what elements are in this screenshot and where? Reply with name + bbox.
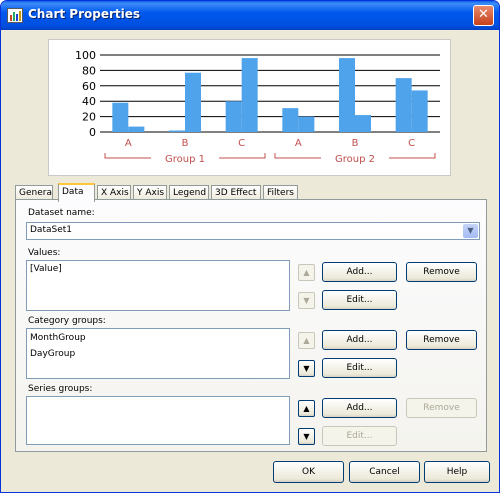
dataset-name-label: Dataset name:	[28, 208, 95, 218]
group-label: Group 1	[165, 154, 205, 165]
chart-bar	[395, 78, 412, 132]
series-groups-list[interactable]	[26, 396, 290, 445]
chart-bar	[282, 108, 299, 132]
chart-bar	[298, 116, 315, 132]
close-icon: ✕	[478, 7, 489, 22]
chart-bar	[128, 126, 145, 132]
category-groups-edit-button[interactable]: Edit...	[322, 358, 397, 378]
window-title: Chart Properties	[28, 7, 141, 21]
category-groups-add-button[interactable]: Add...	[322, 330, 397, 350]
x-category-label: A	[125, 138, 132, 149]
values-edit-button[interactable]: Edit...	[322, 290, 397, 310]
x-category-label: A	[295, 138, 302, 149]
chart-bar	[169, 130, 185, 132]
chart-bar	[112, 102, 129, 132]
chart-bar	[355, 115, 371, 132]
list-item[interactable]: DayGroup	[30, 349, 75, 359]
arrow-down-icon: ▼	[303, 432, 310, 441]
chart-bar	[411, 90, 428, 132]
ok-button[interactable]: OK	[273, 461, 344, 483]
list-item[interactable]: MonthGroup	[30, 333, 86, 343]
series-groups-remove-button[interactable]: Remove	[406, 398, 477, 418]
values-remove-button[interactable]: Remove	[406, 262, 477, 282]
arrow-down-icon: ▼	[303, 364, 310, 373]
category-groups-label: Category groups:	[28, 316, 106, 326]
group-label: Group 2	[335, 154, 375, 165]
values-move-down-button[interactable]: ▼	[298, 292, 315, 309]
arrow-up-icon: ▲	[303, 268, 310, 277]
chart-bar	[339, 58, 355, 132]
values-label: Values:	[28, 248, 61, 258]
close-window-button[interactable]: ✕	[473, 5, 494, 26]
y-tick-label: 0	[89, 126, 96, 139]
cancel-button[interactable]: Cancel	[349, 461, 420, 483]
y-tick-label: 40	[82, 95, 96, 108]
chart-properties-icon	[7, 8, 23, 23]
values-move-up-button[interactable]: ▲	[298, 264, 315, 281]
chart-preview-plot: 0 20 40 60 80 100 A B C A B C Group 1 Group 2	[75, 49, 440, 165]
x-category-label: C	[238, 138, 245, 149]
y-tick-label: 80	[82, 64, 96, 77]
series-groups-label: Series groups:	[28, 384, 93, 394]
x-category-label: B	[182, 138, 189, 149]
chart-properties-dialog: Chart Properties ✕ 0 20 40 60 80 100 A B C A B C Gro…	[0, 0, 500, 493]
y-tick-label: 20	[82, 111, 96, 124]
y-tick-label: 60	[82, 80, 96, 93]
chart-bar	[185, 72, 201, 132]
category-groups-remove-button[interactable]: Remove	[406, 330, 477, 350]
chart-bar	[241, 58, 258, 132]
series-groups-add-button[interactable]: Add...	[322, 398, 397, 418]
list-item[interactable]: [Value]	[30, 264, 62, 274]
dataset-name-select[interactable]: DataSet1 ▼	[26, 222, 480, 240]
help-button[interactable]: Help	[424, 461, 490, 483]
x-category-label: B	[352, 138, 359, 149]
x-category-label: C	[408, 138, 415, 149]
dataset-name-value: DataSet1	[30, 225, 72, 235]
tab-data[interactable]: Data	[58, 183, 95, 202]
chart-preview: 0 20 40 60 80 100 A B C A B C Group 1 Group 2	[48, 39, 451, 176]
chevron-down-icon[interactable]: ▼	[463, 224, 478, 238]
title-bar[interactable]: Chart Properties ✕	[1, 1, 499, 30]
series-groups-edit-button[interactable]: Edit...	[322, 426, 397, 446]
values-list[interactable]: [Value]	[26, 260, 290, 311]
category-groups-list[interactable]: MonthGroup DayGroup	[26, 328, 290, 379]
values-add-button[interactable]: Add...	[322, 262, 397, 282]
category-groups-move-up-button[interactable]: ▲	[298, 332, 315, 349]
series-groups-move-down-button[interactable]: ▼	[298, 428, 315, 445]
category-groups-move-down-button[interactable]: ▼	[298, 360, 315, 377]
arrow-up-icon: ▲	[303, 336, 310, 345]
series-groups-move-up-button[interactable]: ▲	[298, 400, 315, 417]
y-tick-label: 100	[75, 49, 96, 62]
arrow-down-icon: ▼	[303, 296, 310, 305]
arrow-up-icon: ▲	[303, 404, 310, 413]
chart-bar	[225, 101, 242, 132]
